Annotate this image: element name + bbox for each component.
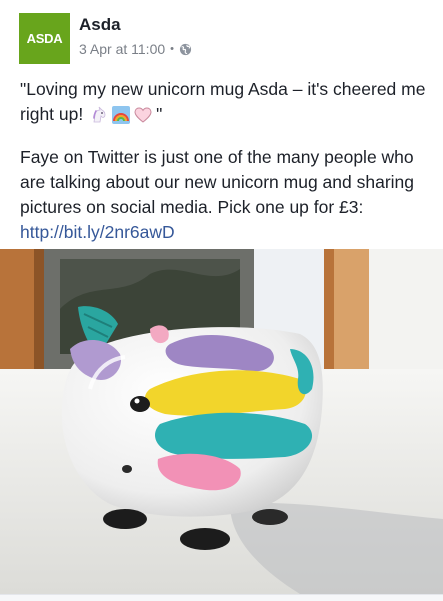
asda-logo: ASDA — [26, 31, 63, 46]
post-message: "Loving my new unicorn mug Asda – it's c… — [20, 77, 430, 263]
emoji-group — [90, 106, 156, 125]
quote-end: " — [156, 104, 163, 124]
post-timestamp[interactable]: 3 Apr at 11:00 — [79, 40, 165, 58]
body-text: Faye on Twitter is just one of the many … — [20, 147, 414, 217]
post-photo[interactable] — [0, 249, 443, 594]
unicorn-mug-photo — [0, 249, 443, 594]
heart-emoji — [134, 107, 152, 124]
rainbow-emoji — [112, 106, 131, 125]
unicorn-emoji — [93, 107, 106, 123]
post-meta: 3 Apr at 11:00 • — [79, 40, 192, 58]
bitly-link[interactable]: http://bit.ly/2nr6awD — [20, 222, 175, 242]
quote-paragraph: "Loving my new unicorn mug Asda – it's c… — [20, 77, 430, 127]
facebook-post: ASDA Asda 3 Apr at 11:00 • "Loving my ne… — [0, 0, 443, 601]
meta-separator: • — [170, 43, 174, 55]
page-avatar[interactable]: ASDA — [19, 13, 70, 64]
page-name-link[interactable]: Asda — [79, 15, 121, 35]
quote-text: "Loving my new unicorn mug Asda – it's c… — [20, 79, 426, 124]
body-paragraph: Faye on Twitter is just one of the many … — [20, 145, 430, 245]
globe-icon[interactable] — [179, 43, 192, 56]
post-header: ASDA Asda 3 Apr at 11:00 • — [0, 0, 443, 72]
